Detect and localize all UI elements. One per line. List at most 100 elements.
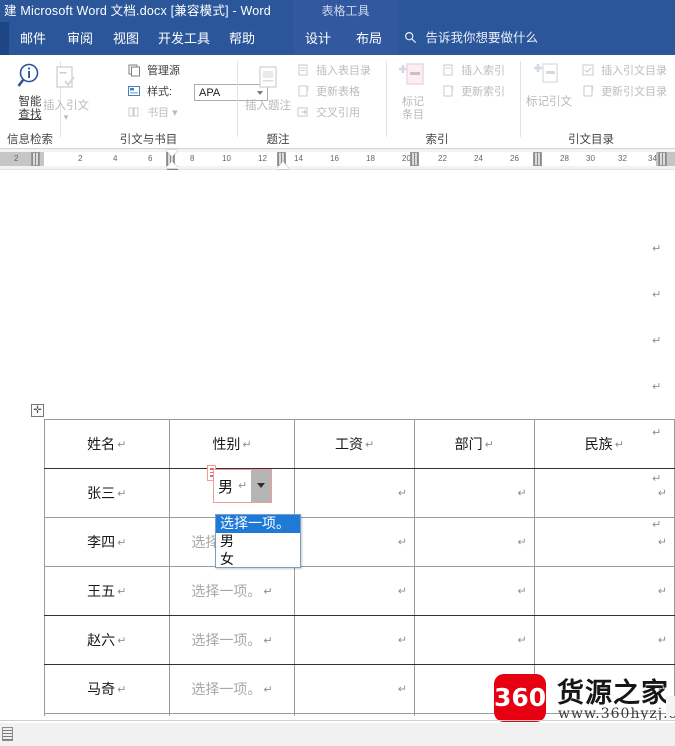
cell-text: 张三 <box>87 486 116 502</box>
insert-citation-button[interactable]: 插入引文 ▾ <box>6 65 126 122</box>
first-line-indent-marker[interactable] <box>166 150 178 157</box>
ribbon-group-index: 标记 条目 插入索引 ! 更新索引 索引 <box>387 55 520 148</box>
status-bar-divider <box>0 720 675 721</box>
cell-dept-4[interactable]: ↵ <box>413 615 535 665</box>
ruler-tab-stop-4[interactable] <box>410 152 419 166</box>
document-canvas[interactable]: ✛ 姓名↵ 性别↵ 工资↵ 部门↵ 民族↵ 张三↵ ↵ ↵ ↵ 李四↵ 选择一项… <box>0 170 675 716</box>
cross-reference-item[interactable]: 交叉引用 <box>296 105 360 121</box>
cell-salary-2[interactable]: ↵ <box>294 517 415 567</box>
tell-me-box[interactable]: 告诉我你想要做什么 <box>404 22 538 55</box>
tab-mailings[interactable]: 邮件 <box>20 22 46 55</box>
gender-dropdown-list[interactable]: 选择一项。 男 女 <box>215 514 301 568</box>
tab-review[interactable]: 审阅 <box>67 22 93 55</box>
paragraph-mark-icon: ↵ <box>365 438 375 451</box>
update-table-item[interactable]: ! 更新表格 <box>296 84 360 100</box>
paragraph-mark-icon: ↵ <box>263 634 273 647</box>
bibliography-label: 书目 ▾ <box>147 107 178 119</box>
header-text-name: 姓名 <box>87 437 116 453</box>
insert-table-of-figures-item[interactable]: 插入表目录 <box>296 63 371 79</box>
ruler-tick-6: 6 <box>148 154 153 163</box>
paragraph-mark-icon: ↵ <box>117 585 127 598</box>
ribbon: 智能 查找 信息检索 插入引文 ▾ 管理源 样式: APA 书目 ▾ 引文与书目… <box>0 55 675 149</box>
paragraph-mark-icon: ↵ <box>117 487 127 500</box>
paragraph-mark-icon: ↵ <box>657 486 667 500</box>
hanging-indent-marker[interactable] <box>166 161 178 168</box>
cell-ethnic-3[interactable]: ↵ <box>533 566 675 616</box>
mark-citation-button[interactable]: 标记引文 <box>516 61 582 109</box>
insert-caption-label: 插入题注 <box>245 100 291 112</box>
cell-salary-6[interactable]: ↵ <box>294 713 415 716</box>
bibliography-icon <box>127 105 141 119</box>
tab-view[interactable]: 视图 <box>113 22 139 55</box>
cell-gender-5[interactable]: 选择一项。 ↵ <box>168 664 296 714</box>
cell-name-3[interactable]: 王五 ↵ <box>44 566 170 616</box>
paragraph-mark-icon: ↵ <box>117 634 127 647</box>
cell-gender-6[interactable]: 选择一项。↵ <box>168 713 296 716</box>
ruler-tab-stop-5[interactable] <box>533 152 542 166</box>
mark-entry-button[interactable]: 标记 条目 <box>385 61 441 122</box>
insert-caption-button[interactable]: 插入题注 <box>232 65 304 113</box>
cell-placeholder: 选择一项。 <box>191 633 262 649</box>
cell-name-6[interactable]: 姚六↵ <box>44 713 170 716</box>
bibliography-item[interactable]: 书目 ▾ <box>127 105 178 121</box>
cell-dept-2[interactable]: ↵ <box>413 517 535 567</box>
cell-salary-1[interactable]: ↵ <box>294 468 415 518</box>
table-header-cell-salary[interactable]: 工资 ↵ <box>294 419 415 469</box>
table-header-cell-dept[interactable]: 部门 ↵ <box>413 419 535 469</box>
cell-name-2[interactable]: 李四 ↵ <box>44 517 170 567</box>
cell-ethnic-4[interactable]: ↵ <box>533 615 675 665</box>
insert-table-of-authorities-item[interactable]: 插入引文目录 <box>581 63 667 79</box>
cell-name-1[interactable]: 张三 ↵ <box>44 468 170 518</box>
cell-gender-4[interactable]: 选择一项。 ↵ <box>168 615 296 665</box>
ruler-tab-stop-6[interactable] <box>658 152 667 166</box>
paragraph-mark-icon: ↵ <box>652 288 662 301</box>
tab-layout[interactable]: 布局 <box>356 22 382 55</box>
paragraph-mark-icon: ↵ <box>652 380 662 393</box>
dropdown-option-male[interactable]: 男 <box>216 533 300 551</box>
dropdown-option-choose[interactable]: 选择一项。 <box>216 515 300 533</box>
table-move-handle[interactable]: ✛ <box>31 404 44 417</box>
cell-salary-4[interactable]: ↵ <box>294 615 415 665</box>
chevron-down-icon <box>257 483 265 488</box>
paragraph-mark-icon: ↵ <box>517 535 527 549</box>
update-index-item[interactable]: ! 更新索引 <box>441 84 505 100</box>
cell-salary-3[interactable]: ↵ <box>294 566 415 616</box>
cell-name-5[interactable]: 马奇 ↵ <box>44 664 170 714</box>
insert-caption-icon <box>259 66 277 88</box>
tab-help[interactable]: 帮助 <box>229 22 255 55</box>
cell-dept-3[interactable]: ↵ <box>413 566 535 616</box>
contextual-tab-group-label: 表格工具 <box>293 0 398 22</box>
table-header-row: 姓名 ↵ 性别 ↵ 工资 ↵ 部门 ↵ 民族 ↵ <box>44 419 675 469</box>
gender-content-control[interactable]: 男 ↵ <box>213 469 272 503</box>
paragraph-mark-icon: ↵ <box>397 486 407 500</box>
cell-salary-5[interactable]: ↵ <box>294 664 415 714</box>
cell-gender-3[interactable]: 选择一项。 ↵ <box>168 566 296 616</box>
mark-entry-label-line1: 标记 <box>402 96 424 108</box>
cell-name-4[interactable]: 赵六 ↵ <box>44 615 170 665</box>
manage-sources-item[interactable]: 管理源 <box>127 63 180 79</box>
cell-dept-1[interactable]: ↵ <box>413 468 535 518</box>
insert-toa-icon <box>581 63 595 77</box>
ribbon-group-label-authorities: 引文目录 <box>568 134 614 146</box>
ruler-tick-22: 22 <box>438 154 447 163</box>
update-table-of-authorities-item[interactable]: ! 更新引文目录 <box>581 84 667 100</box>
insert-index-item[interactable]: 插入索引 <box>441 63 505 79</box>
mark-citation-icon <box>534 63 558 83</box>
manage-sources-label: 管理源 <box>147 65 181 77</box>
paragraph-mark-icon: ↵ <box>117 438 127 451</box>
cell-text: 王五 <box>87 584 116 600</box>
ribbon-group-label-captions: 题注 <box>266 134 290 146</box>
paragraph-mark-icon: ↵ <box>652 426 662 439</box>
cell-text: 赵六 <box>87 633 116 649</box>
scrollbar-corner[interactable] <box>666 696 675 716</box>
tab-design[interactable]: 设计 <box>305 22 331 55</box>
style-item: 样式: <box>127 84 172 100</box>
table-header-cell-gender[interactable]: 性别 ↵ <box>168 419 296 469</box>
horizontal-ruler[interactable]: 2 2 4 6 8 10 12 14 16 18 20 22 24 26 28 … <box>0 149 675 170</box>
content-control-dropdown-button[interactable] <box>251 470 271 502</box>
table-header-cell-name[interactable]: 姓名 ↵ <box>44 419 170 469</box>
tab-developer[interactable]: 开发工具 <box>158 22 211 56</box>
dropdown-option-female[interactable]: 女 <box>216 551 300 569</box>
ruler-tab-stop-1[interactable] <box>31 152 40 166</box>
right-indent-marker[interactable] <box>277 161 289 169</box>
